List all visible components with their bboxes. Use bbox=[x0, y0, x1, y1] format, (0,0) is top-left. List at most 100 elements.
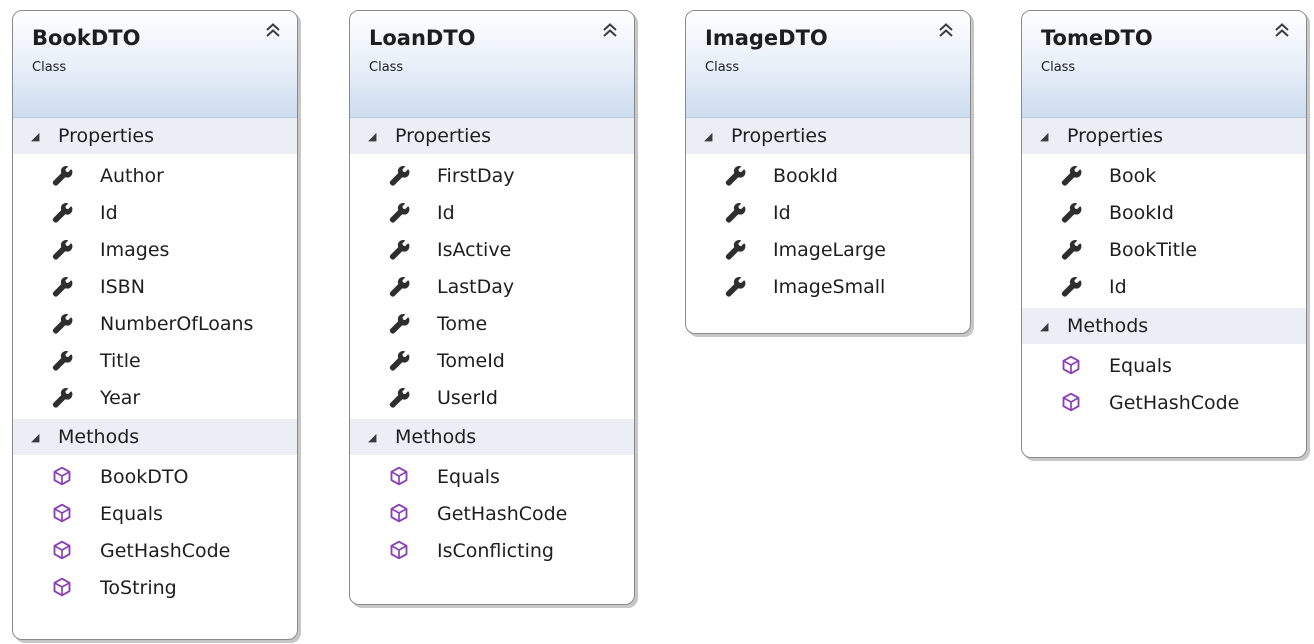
method-item-gethashcode[interactable]: GetHashCode bbox=[350, 495, 634, 532]
wrench-icon bbox=[52, 165, 74, 187]
method-item-gethashcode[interactable]: GetHashCode bbox=[1022, 384, 1306, 421]
method-cube-icon bbox=[1061, 355, 1083, 377]
member-label: BookId bbox=[1109, 201, 1174, 224]
property-item-firstday[interactable]: FirstDay bbox=[350, 157, 634, 194]
member-label: Equals bbox=[100, 502, 163, 525]
triangle-down-icon[interactable]: ◢ bbox=[1040, 130, 1052, 143]
method-item-tostring[interactable]: ToString bbox=[13, 569, 297, 606]
member-label: Year bbox=[100, 386, 141, 409]
wrench-icon bbox=[725, 165, 747, 187]
collapse-icon[interactable] bbox=[936, 21, 956, 41]
method-item-equals[interactable]: Equals bbox=[350, 458, 634, 495]
member-label: GetHashCode bbox=[100, 539, 231, 562]
properties-section-header[interactable]: ◢ Properties bbox=[13, 118, 297, 154]
property-item-bookid[interactable]: BookId bbox=[1022, 194, 1306, 231]
method-item-equals[interactable]: Equals bbox=[13, 495, 297, 532]
method-cube-icon bbox=[1061, 392, 1083, 414]
member-label: BookTitle bbox=[1109, 238, 1198, 261]
property-item-tomeid[interactable]: TomeId bbox=[350, 342, 634, 379]
wrench-icon bbox=[1061, 165, 1083, 187]
properties-list: BookId Id ImageLarge ImageSmall bbox=[686, 154, 970, 308]
methods-section-header[interactable]: ◢ Methods bbox=[350, 419, 634, 455]
class-header: LoanDTO Class bbox=[350, 11, 634, 118]
wrench-icon bbox=[1061, 202, 1083, 224]
method-item-isconflicting[interactable]: IsConflicting bbox=[350, 532, 634, 569]
property-item-images[interactable]: Images bbox=[13, 231, 297, 268]
member-label: GetHashCode bbox=[1109, 391, 1240, 414]
member-label: UserId bbox=[437, 386, 498, 409]
member-label: Id bbox=[437, 201, 455, 224]
class-kind: Class bbox=[705, 60, 740, 75]
properties-section-header[interactable]: ◢ Properties bbox=[1022, 118, 1306, 154]
member-label: Id bbox=[1109, 275, 1127, 298]
property-item-imagelarge[interactable]: ImageLarge bbox=[686, 231, 970, 268]
member-label: BookId bbox=[773, 164, 838, 187]
wrench-icon bbox=[725, 239, 747, 261]
properties-list: FirstDay Id IsActive LastDay Tome TomeId UserI… bbox=[350, 154, 634, 419]
method-cube-icon bbox=[52, 577, 74, 599]
class-shape-loandto[interactable]: LoanDTO Class ◢ Properties FirstDay Id IsActiv… bbox=[349, 10, 635, 605]
property-item-year[interactable]: Year bbox=[13, 379, 297, 416]
wrench-icon bbox=[52, 313, 74, 335]
properties-section-label: Properties bbox=[731, 125, 828, 147]
property-item-userid[interactable]: UserId bbox=[350, 379, 634, 416]
triangle-down-icon[interactable]: ◢ bbox=[1040, 320, 1052, 333]
property-item-booktitle[interactable]: BookTitle bbox=[1022, 231, 1306, 268]
property-item-author[interactable]: Author bbox=[13, 157, 297, 194]
member-label: ISBN bbox=[100, 275, 145, 298]
triangle-down-icon[interactable]: ◢ bbox=[31, 431, 43, 444]
property-item-isactive[interactable]: IsActive bbox=[350, 231, 634, 268]
methods-section-header[interactable]: ◢ Methods bbox=[13, 419, 297, 455]
property-item-isbn[interactable]: ISBN bbox=[13, 268, 297, 305]
property-item-id[interactable]: Id bbox=[350, 194, 634, 231]
collapse-icon[interactable] bbox=[263, 21, 283, 41]
member-label: Book bbox=[1109, 164, 1157, 187]
wrench-icon bbox=[52, 350, 74, 372]
collapse-icon[interactable] bbox=[600, 21, 620, 41]
member-label: Title bbox=[100, 349, 141, 372]
properties-section-header[interactable]: ◢ Properties bbox=[350, 118, 634, 154]
method-item-bookdto[interactable]: BookDTO bbox=[13, 458, 297, 495]
method-item-gethashcode[interactable]: GetHashCode bbox=[13, 532, 297, 569]
methods-section-label: Methods bbox=[395, 426, 477, 448]
methods-section-header[interactable]: ◢ Methods bbox=[1022, 308, 1306, 344]
property-item-id[interactable]: Id bbox=[686, 194, 970, 231]
member-label: ToString bbox=[100, 576, 177, 599]
triangle-down-icon[interactable]: ◢ bbox=[368, 130, 380, 143]
methods-list: BookDTO Equals GetHashCode ToString bbox=[13, 455, 297, 609]
property-item-id[interactable]: Id bbox=[1022, 268, 1306, 305]
properties-section-label: Properties bbox=[1067, 125, 1164, 147]
property-item-title[interactable]: Title bbox=[13, 342, 297, 379]
triangle-down-icon[interactable]: ◢ bbox=[31, 130, 43, 143]
method-cube-icon bbox=[389, 503, 411, 525]
class-shape-bookdto[interactable]: BookDTO Class ◢ Properties Author Id Images ISB… bbox=[12, 10, 298, 640]
property-item-numberofloans[interactable]: NumberOfLoans bbox=[13, 305, 297, 342]
property-item-bookid[interactable]: BookId bbox=[686, 157, 970, 194]
triangle-down-icon[interactable]: ◢ bbox=[368, 431, 380, 444]
member-label: BookDTO bbox=[100, 465, 189, 488]
property-item-tome[interactable]: Tome bbox=[350, 305, 634, 342]
member-label: Tome bbox=[437, 312, 488, 335]
class-shape-tomedto[interactable]: TomeDTO Class ◢ Properties Book BookId BookTit… bbox=[1021, 10, 1307, 458]
wrench-icon bbox=[389, 350, 411, 372]
property-item-book[interactable]: Book bbox=[1022, 157, 1306, 194]
wrench-icon bbox=[52, 387, 74, 409]
property-item-id[interactable]: Id bbox=[13, 194, 297, 231]
member-label: Equals bbox=[437, 465, 500, 488]
class-kind: Class bbox=[369, 60, 404, 75]
triangle-down-icon[interactable]: ◢ bbox=[704, 130, 716, 143]
method-cube-icon bbox=[389, 540, 411, 562]
wrench-icon bbox=[389, 239, 411, 261]
properties-section-header[interactable]: ◢ Properties bbox=[686, 118, 970, 154]
properties-list: Book BookId BookTitle Id bbox=[1022, 154, 1306, 308]
class-name: LoanDTO bbox=[369, 26, 476, 50]
member-label: ImageLarge bbox=[773, 238, 886, 261]
class-shape-imagedto[interactable]: ImageDTO Class ◢ Properties BookId Id ImageLar… bbox=[685, 10, 971, 334]
property-item-lastday[interactable]: LastDay bbox=[350, 268, 634, 305]
wrench-icon bbox=[389, 165, 411, 187]
collapse-icon[interactable] bbox=[1272, 21, 1292, 41]
properties-list: Author Id Images ISBN NumberOfLoans Title Year bbox=[13, 154, 297, 419]
wrench-icon bbox=[725, 276, 747, 298]
method-item-equals[interactable]: Equals bbox=[1022, 347, 1306, 384]
property-item-imagesmall[interactable]: ImageSmall bbox=[686, 268, 970, 305]
